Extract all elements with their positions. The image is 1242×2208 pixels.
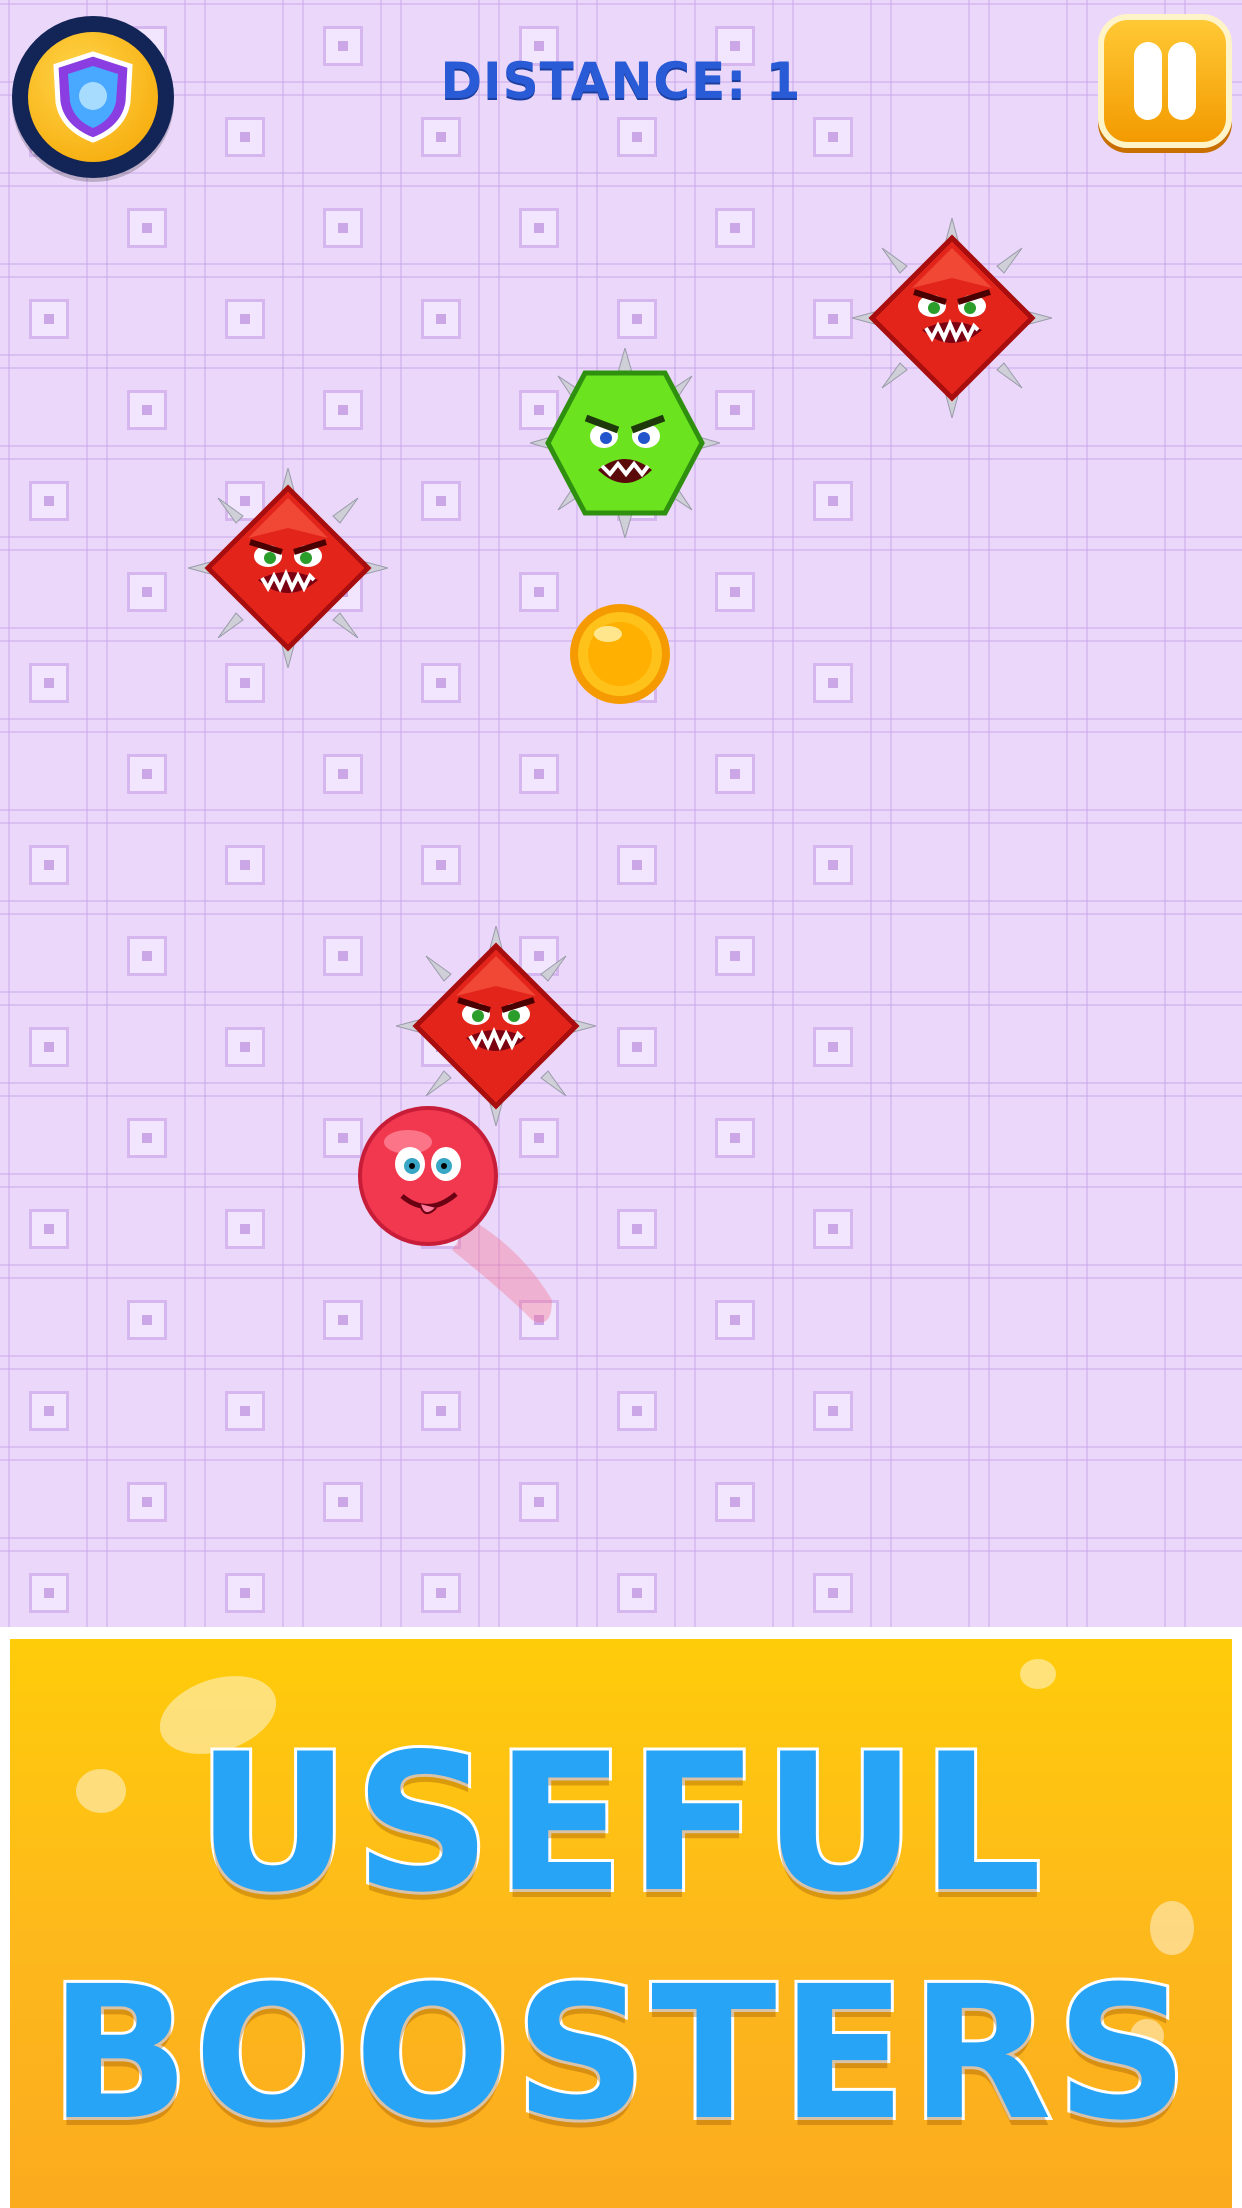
background-tile bbox=[715, 936, 755, 976]
background-tile bbox=[29, 1209, 69, 1249]
background-tile bbox=[421, 299, 461, 339]
background-tile bbox=[323, 1482, 363, 1522]
background-tile bbox=[617, 1027, 657, 1067]
background-tile bbox=[225, 845, 265, 885]
background-tile bbox=[617, 299, 657, 339]
background-tile bbox=[421, 663, 461, 703]
background-tile bbox=[617, 1209, 657, 1249]
background-tile bbox=[323, 936, 363, 976]
promo-banner-panel: USEFUL BOOSTERS bbox=[10, 1639, 1232, 2208]
enemy-red-diamond bbox=[396, 926, 596, 1126]
background-tile bbox=[519, 572, 559, 612]
background-tile bbox=[617, 117, 657, 157]
background-tile bbox=[421, 1391, 461, 1431]
background-tile bbox=[127, 1118, 167, 1158]
enemy-red-diamond bbox=[188, 468, 388, 668]
background-tile bbox=[519, 754, 559, 794]
background-tile bbox=[813, 299, 853, 339]
background-tile bbox=[127, 936, 167, 976]
background-tile bbox=[715, 754, 755, 794]
background-tile bbox=[715, 1300, 755, 1340]
background-tile bbox=[29, 299, 69, 339]
background-tile bbox=[813, 1573, 853, 1613]
background-tile bbox=[715, 1118, 755, 1158]
background-tile bbox=[519, 1482, 559, 1522]
background-tile bbox=[29, 481, 69, 521]
background-tile bbox=[421, 481, 461, 521]
background-tile bbox=[225, 117, 265, 157]
background-tile bbox=[715, 1482, 755, 1522]
background-tile bbox=[323, 754, 363, 794]
background-tile bbox=[421, 845, 461, 885]
background-tile bbox=[127, 1300, 167, 1340]
background-tile bbox=[29, 1027, 69, 1067]
enemy-red-diamond bbox=[852, 218, 1052, 418]
gold-coin[interactable] bbox=[566, 600, 674, 708]
background-tile bbox=[29, 1573, 69, 1613]
background-tile bbox=[127, 208, 167, 248]
background-tile bbox=[421, 117, 461, 157]
background-tile bbox=[617, 1391, 657, 1431]
background-tile bbox=[225, 299, 265, 339]
background-tile bbox=[29, 845, 69, 885]
background-tile bbox=[323, 208, 363, 248]
background-tile bbox=[813, 663, 853, 703]
background-tile bbox=[617, 845, 657, 885]
pause-button[interactable] bbox=[1098, 14, 1232, 148]
promo-headline-line1: USEFUL bbox=[193, 1713, 1047, 1934]
background-tile bbox=[225, 1391, 265, 1431]
background-tile bbox=[813, 481, 853, 521]
background-tile bbox=[617, 1573, 657, 1613]
distance-counter: DISTANCE: 1 bbox=[440, 52, 802, 110]
decor-bubble bbox=[1020, 1659, 1056, 1689]
background-tile bbox=[421, 1573, 461, 1613]
background-tile bbox=[813, 1027, 853, 1067]
background-tile bbox=[127, 754, 167, 794]
background-tile bbox=[225, 663, 265, 703]
background-tile bbox=[29, 1391, 69, 1431]
background-tile bbox=[225, 1027, 265, 1067]
background-tile bbox=[225, 1573, 265, 1613]
background-tile bbox=[813, 1209, 853, 1249]
background-tile bbox=[29, 663, 69, 703]
background-tile bbox=[715, 390, 755, 430]
background-tile bbox=[225, 1209, 265, 1249]
background-tile bbox=[715, 208, 755, 248]
enemy-green-hexagon bbox=[530, 348, 720, 538]
background-tile bbox=[519, 208, 559, 248]
player-ball[interactable] bbox=[352, 1100, 572, 1330]
background-tile bbox=[813, 845, 853, 885]
background-tile bbox=[127, 1482, 167, 1522]
background-tile bbox=[813, 1391, 853, 1431]
promo-headline-line2: BOOSTERS bbox=[46, 1947, 1193, 2161]
background-tile bbox=[813, 117, 853, 157]
game-area[interactable]: DISTANCE: 1 bbox=[0, 0, 1242, 1627]
game-screen: DISTANCE: 1 USEFUL BOOSTERS bbox=[0, 0, 1242, 2208]
background-tile bbox=[127, 572, 167, 612]
background-tile bbox=[323, 390, 363, 430]
background-tile bbox=[127, 390, 167, 430]
promo-banner: USEFUL BOOSTERS bbox=[0, 1627, 1242, 2208]
background-tile bbox=[715, 572, 755, 612]
